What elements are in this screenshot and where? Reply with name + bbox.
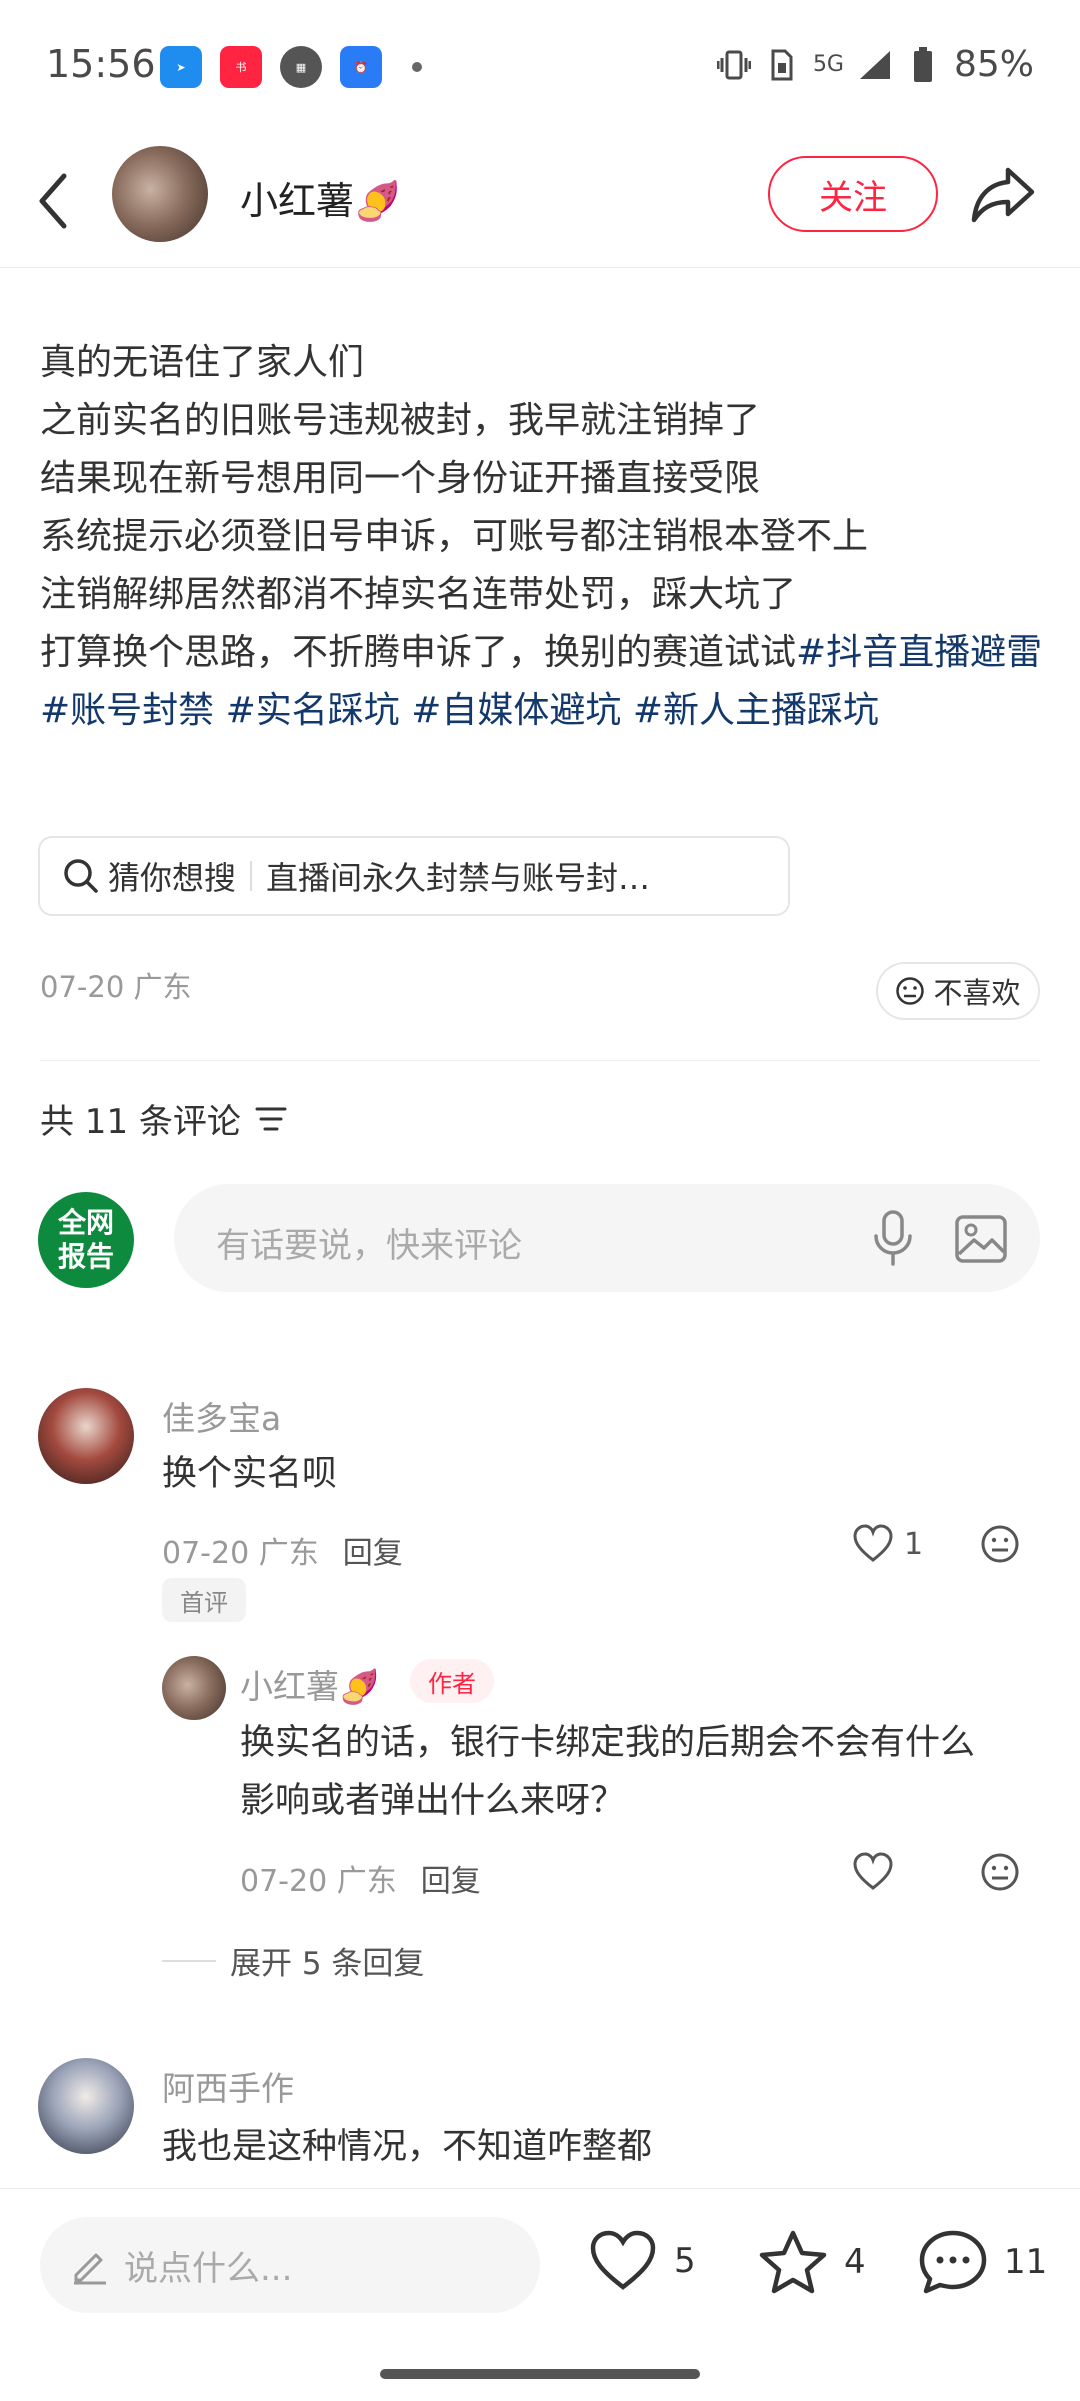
share-icon <box>971 167 1035 223</box>
post-content: 真的无语住了家人们 之前实名的旧账号违规被封，我早就注销掉了 结果现在新号想用同… <box>40 334 1050 740</box>
comment-meta: 07-20 广东 回复 <box>162 1528 403 1572</box>
vibrate-icon <box>716 47 751 83</box>
meh-face-icon[interactable] <box>980 1524 1020 1564</box>
guess-query: 直播间永久封禁与账号封… <box>266 859 651 897</box>
reply-text-line[interactable]: 换实名的话，银行卡绑定我的后期会不会有什么 <box>240 1714 975 1772</box>
first-comment-badge: 首评 <box>162 1578 246 1622</box>
comment-button[interactable]: 11 <box>918 2229 1047 2295</box>
xiaohongshu-notification-icon: 书 <box>220 46 262 88</box>
say-placeholder: 说点什么... <box>124 2248 293 2289</box>
battery-percent: 85% <box>953 44 1034 85</box>
meh-face-icon <box>896 977 925 1005</box>
comment-text[interactable]: 换个实名呗 <box>162 1445 337 1503</box>
pencil-icon <box>74 2253 106 2285</box>
dislike-button[interactable]: 不喜欢 <box>876 962 1040 1020</box>
reply-text-line[interactable]: 影响或者弹出什么来呀？ <box>240 1772 625 1830</box>
app-notification-icon: ➤ <box>160 46 202 88</box>
network-type: 5G <box>812 51 844 77</box>
reply-meta: 07-20 广东 回复 <box>240 1856 481 1900</box>
hashtag-link[interactable]: #自媒体避坑 <box>411 690 621 731</box>
post-date-location: 07-20 广东 <box>40 970 192 1004</box>
back-button[interactable] <box>30 166 80 236</box>
star-icon <box>759 2230 827 2294</box>
author-name[interactable]: 小红薯🍠 <box>240 170 401 225</box>
battery-icon <box>906 46 940 83</box>
more-notifications-icon <box>412 62 422 72</box>
status-bar: 15:56 ➤ 书 ▦ ⏰ 5G 85% <box>0 0 1080 136</box>
follow-button[interactable]: 关注 <box>768 156 938 232</box>
chat-bubble-icon <box>919 2230 987 2294</box>
say-something-input[interactable]: 说点什么... <box>40 2217 540 2313</box>
comment-placeholder: 有话要说，快来评论 <box>216 1226 522 1266</box>
post-line: 之前实名的旧账号违规被封，我早就注销掉了 <box>40 400 761 441</box>
system-status: 5G 85% <box>716 44 1034 85</box>
divider <box>162 1959 216 1962</box>
post-line: 真的无语住了家人们 <box>40 342 365 383</box>
comment-like-button[interactable]: 1 <box>852 1524 923 1564</box>
post-line: 打算换个思路，不折腾申诉了，换别的赛道试试 <box>40 632 797 673</box>
report-line: 全网 <box>57 1206 114 1239</box>
meh-face-icon[interactable] <box>980 1852 1020 1892</box>
alarm-notification-icon: ⏰ <box>340 46 382 88</box>
collect-button[interactable]: 4 <box>758 2229 866 2295</box>
heart-icon <box>853 1524 893 1562</box>
signal-icon <box>858 47 892 83</box>
post-line: 注销解绑居然都消不掉实名连带处罚，踩大坑了 <box>40 574 797 615</box>
microphone-icon[interactable] <box>868 1210 918 1266</box>
hashtag-link[interactable]: #抖音直播避雷 <box>796 632 1042 673</box>
status-time: 15:56 <box>46 42 156 86</box>
commenter-avatar[interactable] <box>38 1388 134 1484</box>
reply-button[interactable]: 回复 <box>343 1536 403 1571</box>
like-count: 1 <box>904 1526 924 1562</box>
notification-icons: ➤ 书 ▦ ⏰ <box>160 46 422 88</box>
reply-avatar[interactable] <box>162 1656 226 1720</box>
comment-input[interactable]: 有话要说，快来评论 <box>174 1184 1040 1292</box>
divider <box>250 861 253 891</box>
commenter-avatar[interactable] <box>38 2058 134 2154</box>
collect-count: 4 <box>844 2242 866 2282</box>
commenter-name[interactable]: 佳多宝a <box>162 1392 281 1440</box>
commenter-name[interactable]: 阿西手作 <box>162 2062 294 2110</box>
share-button[interactable] <box>968 158 1038 228</box>
calendar-notification-icon: ▦ <box>280 46 322 88</box>
suggested-search[interactable]: 猜你想搜 直播间永久封禁与账号封… <box>38 836 790 916</box>
sim-icon <box>765 47 799 83</box>
comment-count: 11 <box>1004 2242 1048 2282</box>
expand-replies-button[interactable]: 展开 5 条回复 <box>162 1938 424 1983</box>
author-avatar[interactable] <box>112 146 208 242</box>
comment-count-label: 共 11 条评论 <box>40 1102 241 1142</box>
hashtag-link[interactable]: #账号封禁 <box>40 690 214 731</box>
like-button[interactable]: 5 <box>588 2229 696 2293</box>
expand-label: 展开 5 条回复 <box>230 1946 425 1982</box>
reply-date: 07-20 广东 <box>240 1864 397 1899</box>
like-count: 5 <box>674 2241 696 2281</box>
dislike-label: 不喜欢 <box>933 976 1021 1010</box>
section-divider <box>40 1060 1040 1061</box>
heart-icon[interactable] <box>852 1852 894 1892</box>
image-icon[interactable] <box>954 1212 1008 1266</box>
hashtag-link[interactable]: #实名踩坑 <box>226 690 400 731</box>
comment-count: 共 11 条评论 <box>40 1094 287 1143</box>
comment-text[interactable]: 我也是这种情况，不知道咋整都 <box>162 2118 652 2176</box>
bottom-bar: 说点什么... 5 4 11 <box>0 2188 1080 2401</box>
post-line: 系统提示必须登旧号申诉，可账号都注销根本登不上 <box>40 516 869 557</box>
home-indicator[interactable] <box>380 2369 700 2379</box>
sort-icon[interactable] <box>255 1105 287 1133</box>
report-badge[interactable]: 全网 报告 <box>38 1192 134 1288</box>
comment-date: 07-20 广东 <box>162 1536 319 1571</box>
post-header: 小红薯🍠 关注 <box>0 136 1080 268</box>
report-line: 报告 <box>57 1240 114 1273</box>
hashtag-link[interactable]: #新人主播踩坑 <box>633 690 879 731</box>
reply-author-name[interactable]: 小红薯🍠 <box>240 1660 380 1708</box>
reply-button[interactable]: 回复 <box>421 1864 481 1899</box>
chevron-left-icon <box>39 173 67 229</box>
author-badge: 作者 <box>410 1659 494 1703</box>
post-line: 结果现在新号想用同一个身份证开播直接受限 <box>40 458 761 499</box>
guess-label: 猜你想搜 <box>108 859 237 897</box>
search-icon <box>64 859 98 893</box>
heart-icon <box>590 2230 656 2290</box>
